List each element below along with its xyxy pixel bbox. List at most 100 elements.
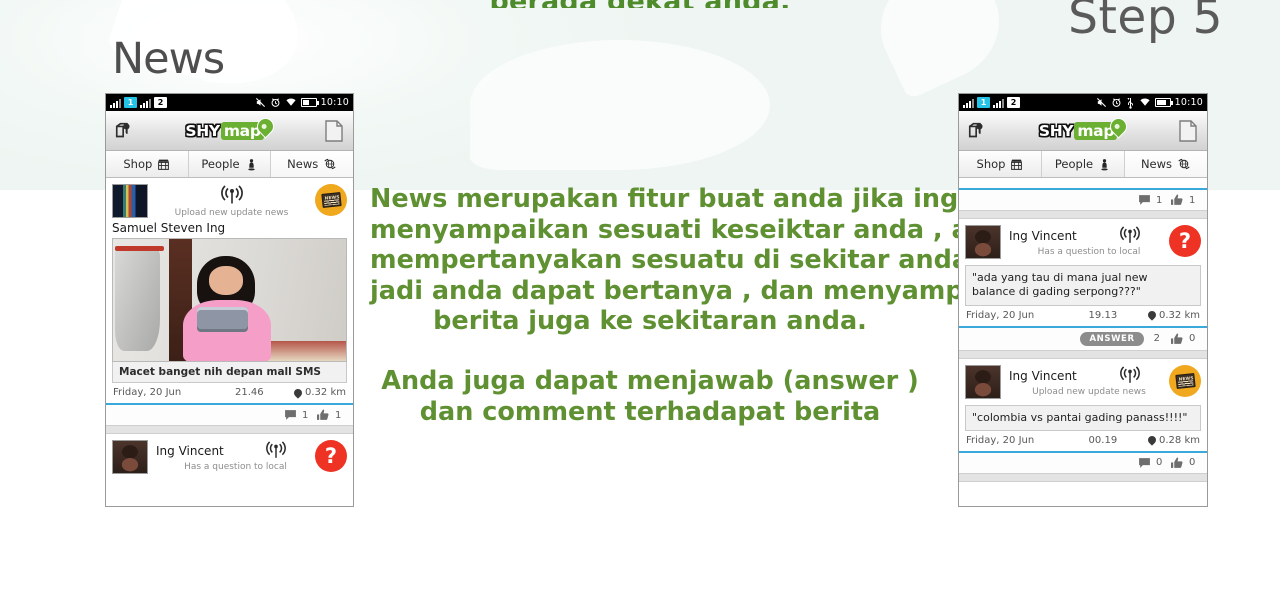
post-date: Friday, 20 Jun (966, 309, 1035, 321)
globe-refresh-icon (324, 158, 336, 170)
description-paragraph-2: Anda juga dapat menjawab (answer ) dan c… (370, 366, 930, 427)
post-meta: Friday, 20 Jun 00.19 0.28 km (959, 431, 1207, 451)
post-time: 19.13 (1088, 309, 1118, 321)
status-time: 10:10 (1174, 97, 1203, 108)
tab-shop-label: Shop (123, 157, 153, 171)
sim1-badge-icon: 1 (977, 97, 990, 108)
broadcast-wave-icon (1119, 226, 1140, 243)
tab-news[interactable]: News (1125, 151, 1207, 177)
phone-screenshot-left: 1 2 10:10 SHY map Shop People News Uploa… (105, 93, 354, 507)
post-time: 00.19 (1088, 434, 1118, 446)
map-pin-book-icon[interactable] (965, 117, 991, 145)
post-header: Ing Vincent Has a question to local ? (959, 219, 1207, 261)
tab-bar: Shop People News (106, 151, 353, 178)
post-date: Friday, 20 Jun (113, 387, 182, 398)
comment-action[interactable]: 1 (284, 409, 310, 421)
page-title: News (112, 34, 225, 84)
post-actions[interactable]: 0 0 (959, 450, 1207, 473)
tab-news-label: News (1140, 157, 1173, 171)
tab-people-label: People (1054, 157, 1094, 171)
post-username[interactable]: Ing Vincent (1009, 369, 1077, 383)
feed-post[interactable]: Upload new update news Samuel Steven Ing… (106, 178, 353, 425)
broadcast-wave-icon (266, 441, 287, 458)
thumbs-up-icon (317, 409, 329, 420)
post-meta: Friday, 20 Jun 19.13 0.32 km (959, 306, 1207, 326)
tab-shop-label: Shop (976, 157, 1006, 171)
post-actions[interactable]: ANSWER 2 0 (959, 325, 1207, 350)
tab-people[interactable]: People (1042, 151, 1125, 177)
like-action[interactable]: 0 (1170, 457, 1197, 469)
app-header: SHY map (106, 111, 353, 151)
status-time: 10:10 (320, 97, 349, 108)
background-leaf-2 (470, 40, 770, 170)
description-line: berita juga ke sekitaran anda. (433, 306, 867, 337)
post-center: Ing Vincent Upload new update news (1001, 365, 1169, 397)
like-action[interactable]: 0 (1170, 333, 1197, 345)
avatar[interactable] (112, 440, 148, 474)
answer-button[interactable]: ANSWER (1080, 331, 1144, 346)
post-username[interactable]: Samuel Steven Ing (106, 220, 353, 238)
post-center: Upload new update news (148, 184, 315, 218)
broadcast-wave-icon (1119, 365, 1140, 383)
news-badge-icon (315, 184, 347, 216)
post-sub-label: Upload new update news (174, 208, 289, 218)
avatar[interactable] (965, 225, 1001, 259)
comment-action[interactable]: 1 (1138, 194, 1164, 206)
post-caption: Macet banget nih depan mall SMS (112, 362, 347, 383)
tab-people-label: People (201, 157, 240, 171)
status-bar: 1 2 10:10 (959, 94, 1207, 111)
post-username[interactable]: Ing Vincent (156, 444, 224, 458)
like-count: 1 (1189, 194, 1196, 206)
comment-icon (285, 410, 296, 420)
tab-shop[interactable]: Shop (959, 151, 1042, 177)
like-action[interactable]: 1 (1170, 194, 1197, 206)
post-date: Friday, 20 Jun (966, 434, 1035, 446)
store-icon (158, 159, 170, 170)
question-badge-icon: ? (1169, 225, 1201, 257)
post-actions[interactable]: 1 1 (959, 188, 1207, 210)
sim2-badge-icon: 2 (1007, 97, 1020, 108)
comment-icon (1139, 195, 1150, 205)
note-page-icon[interactable] (1175, 117, 1201, 145)
signal-bars-icon (140, 98, 151, 108)
post-center: Ing Vincent Has a question to local (148, 440, 315, 472)
center-description: News merupakan fitur buat anda jika ingi… (370, 184, 1042, 427)
wifi-icon (286, 98, 296, 106)
post-sub-label: Upload new update news (1032, 386, 1146, 397)
news-feed[interactable]: Upload new update news Samuel Steven Ing… (106, 178, 353, 476)
post-username[interactable]: Ing Vincent (1009, 229, 1077, 243)
post-center: Ing Vincent Has a question to local (1001, 225, 1169, 257)
sim1-badge-icon: 1 (124, 97, 137, 108)
post-header: Ing Vincent Has a question to local ? (106, 434, 353, 476)
person-icon (1101, 158, 1108, 170)
description-line: Anda juga dapat menjawab (answer ) (381, 365, 919, 396)
news-feed[interactable]: 1 1 Ing Vincent Has a question to local … (959, 178, 1207, 482)
feed-post[interactable]: Ing Vincent Has a question to local ? (106, 434, 353, 476)
avatar[interactable] (112, 184, 148, 218)
tab-news[interactable]: News (271, 151, 353, 177)
mute-icon (1096, 97, 1106, 108)
location-pin-icon (1146, 309, 1158, 321)
like-action[interactable]: 1 (316, 409, 343, 421)
comment-count: 0 (1156, 457, 1163, 469)
wifi-icon (1140, 98, 1150, 106)
description-line: jadi anda dapat bertanya , dan menyampai… (370, 275, 1042, 306)
post-actions[interactable]: 1 1 (106, 403, 353, 425)
comment-count: 1 (302, 409, 309, 421)
post-header: Ing Vincent Upload new update news (959, 359, 1207, 401)
like-count: 1 (335, 409, 342, 421)
note-page-icon[interactable] (321, 117, 347, 145)
like-count: 0 (1189, 457, 1196, 469)
sim2-badge-icon: 2 (154, 97, 167, 108)
tab-people[interactable]: People (188, 151, 272, 177)
feed-post[interactable]: Ing Vincent Upload new update news "colo… (959, 358, 1207, 473)
comment-count: 1 (1156, 194, 1163, 206)
feed-scroll-spacer (959, 178, 1207, 188)
map-pin-book-icon[interactable] (112, 117, 138, 145)
comment-action[interactable]: 0 (1138, 457, 1164, 469)
broadcast-wave-icon (220, 185, 243, 204)
tab-shop[interactable]: Shop (106, 151, 189, 177)
feed-post[interactable]: Ing Vincent Has a question to local ? "a… (959, 219, 1207, 350)
avatar[interactable] (965, 364, 1001, 399)
post-photo[interactable] (112, 238, 347, 362)
